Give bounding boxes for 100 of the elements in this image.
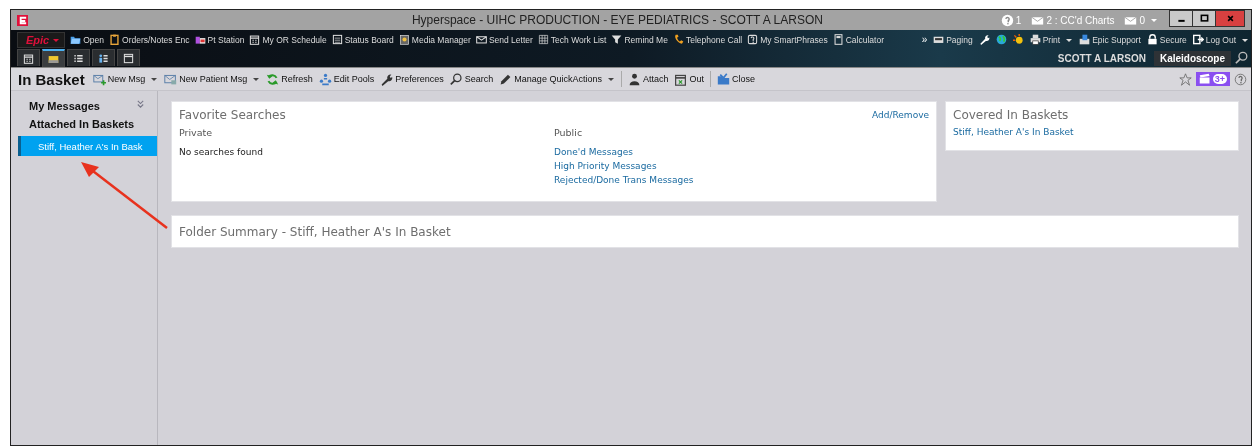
overflow-chevron[interactable]: » (921, 34, 928, 45)
sun-icon[interactable] (1012, 34, 1024, 45)
logout-icon (1192, 34, 1204, 45)
people-icon (318, 72, 332, 86)
clipboard-icon (109, 34, 121, 45)
toolbar-button[interactable]: Orders/Notes Enc (109, 34, 190, 45)
toolbar-button[interactable]: Log Out (1192, 34, 1249, 45)
user-name: SCOTT A LARSON (1056, 52, 1147, 64)
toolbar-button[interactable]: Remind Me (611, 34, 668, 45)
caret-icon (1150, 16, 1158, 24)
search-icon (1235, 51, 1249, 65)
list-icon (73, 52, 84, 64)
calendar-icon (674, 72, 688, 86)
search-link[interactable]: Done'd Messages (554, 147, 929, 157)
toolbar-button[interactable]: Tech Work List (537, 34, 607, 45)
help-icon (1234, 72, 1247, 86)
notification-badge[interactable]: 3+ (1195, 72, 1230, 86)
help-icon (1000, 13, 1014, 27)
wrench-icon (380, 72, 394, 86)
question-icon (747, 34, 759, 45)
station-icon (194, 34, 206, 45)
workspace-tab[interactable] (17, 49, 40, 66)
maximize-icon (1198, 13, 1210, 24)
board-icon (331, 34, 343, 45)
toolbar-button[interactable]: Pt Station (194, 34, 245, 45)
window-icon (123, 52, 134, 64)
context-label[interactable]: Kaleidoscope (1153, 50, 1231, 66)
column-heading: Private (179, 127, 214, 138)
calculator-icon (832, 34, 844, 45)
workspace-tab[interactable] (42, 49, 65, 67)
toolbar-button[interactable]: Epic Support (1079, 34, 1141, 45)
person-icon (627, 72, 641, 86)
patient-list-icon (98, 52, 109, 64)
minimize-button[interactable] (1169, 10, 1193, 27)
toolbar-button[interactable]: My OR Schedule (249, 34, 327, 45)
lock-icon (1146, 34, 1158, 45)
toolbar-button[interactable]: Edit Pools (318, 72, 375, 86)
star-icon (1178, 72, 1192, 86)
workspace-tab[interactable] (117, 49, 140, 66)
toolbar-button[interactable]: Paging (933, 34, 973, 45)
pager-icon (933, 34, 945, 45)
column-heading: Public (554, 127, 584, 138)
toolbar-button[interactable]: Refresh (266, 72, 313, 86)
pencil-icon (499, 72, 513, 86)
toolbar-button[interactable]: My SmartPhrases (747, 34, 828, 45)
envelope-plus-icon (92, 72, 106, 86)
toolbar-button[interactable]: New Msg (92, 72, 159, 86)
phone-icon (672, 34, 684, 45)
media-icon (398, 34, 410, 45)
toolbar-button[interactable]: Close (716, 72, 755, 86)
toolbar-button[interactable]: Status Board (331, 34, 394, 45)
printer-icon (1029, 34, 1041, 45)
inbox-icon (48, 53, 59, 65)
window-title: Hyperspace - UIHC PRODUCTION - EYE PEDIATRICS - SCOTT A LARSON (411, 13, 823, 27)
toolbar-button[interactable]: Calculator (832, 34, 884, 45)
toolbar-button[interactable]: Attach (627, 72, 669, 86)
grid-icon (537, 34, 549, 45)
app-logo-icon (17, 14, 28, 26)
envelope-icon (475, 34, 487, 45)
workspace-tab[interactable] (67, 49, 90, 66)
toolbar-button[interactable]: Manage QuickActions (499, 72, 615, 86)
add-remove-link[interactable]: Add/Remove (872, 110, 929, 120)
envelope-icon (164, 72, 178, 86)
calendar-icon (249, 34, 261, 45)
calendar-icon (23, 52, 34, 64)
section-header[interactable]: Attached In Baskets (29, 118, 135, 130)
toolbar-button[interactable]: Out (674, 72, 704, 86)
toolbar-button[interactable]: Open (70, 34, 105, 45)
toolbar-button[interactable]: Send Letter (475, 34, 533, 45)
section-header[interactable]: My Messages (29, 100, 100, 112)
maximize-button[interactable] (1192, 10, 1216, 27)
collapse-icon (136, 100, 145, 109)
caret-icon (150, 75, 159, 83)
toolbar-button[interactable]: Print (1029, 34, 1074, 45)
activity-title: In Basket (18, 70, 85, 88)
search-link[interactable]: High Priority Messages (554, 161, 929, 171)
toolbar-button[interactable]: Media Manager (398, 34, 471, 45)
search-icon (449, 72, 463, 86)
caret-icon (606, 75, 615, 83)
card-title: Favorite Searches (179, 108, 286, 122)
epic-menu-button[interactable]: Epic (17, 31, 66, 48)
in-basket-link[interactable]: Stiff, Heather A's In Basket (953, 127, 1231, 137)
toolbar-button[interactable]: New Patient Msg (164, 72, 261, 86)
support-icon (1079, 34, 1091, 45)
folder-icon (716, 72, 730, 86)
wrench-icon[interactable] (978, 34, 990, 45)
toolbar-button[interactable]: Preferences (380, 72, 444, 86)
globe-icon[interactable] (995, 34, 1007, 45)
empty-message: No searches found (179, 147, 264, 157)
toolbar-button[interactable]: Secure (1146, 34, 1187, 45)
card-title: Covered In Baskets (953, 108, 1069, 122)
workspace-tab[interactable] (92, 49, 115, 66)
toolbar-button[interactable]: Search (449, 72, 494, 86)
search-link[interactable]: Rejected/Done Trans Messages (554, 175, 929, 185)
refresh-icon (266, 72, 280, 86)
close-button[interactable] (1215, 10, 1245, 27)
toolbar-button[interactable]: Telephone Call (672, 34, 743, 45)
caret-icon (252, 75, 261, 83)
clapperboard-icon (1198, 73, 1211, 85)
funnel-icon (611, 34, 623, 45)
